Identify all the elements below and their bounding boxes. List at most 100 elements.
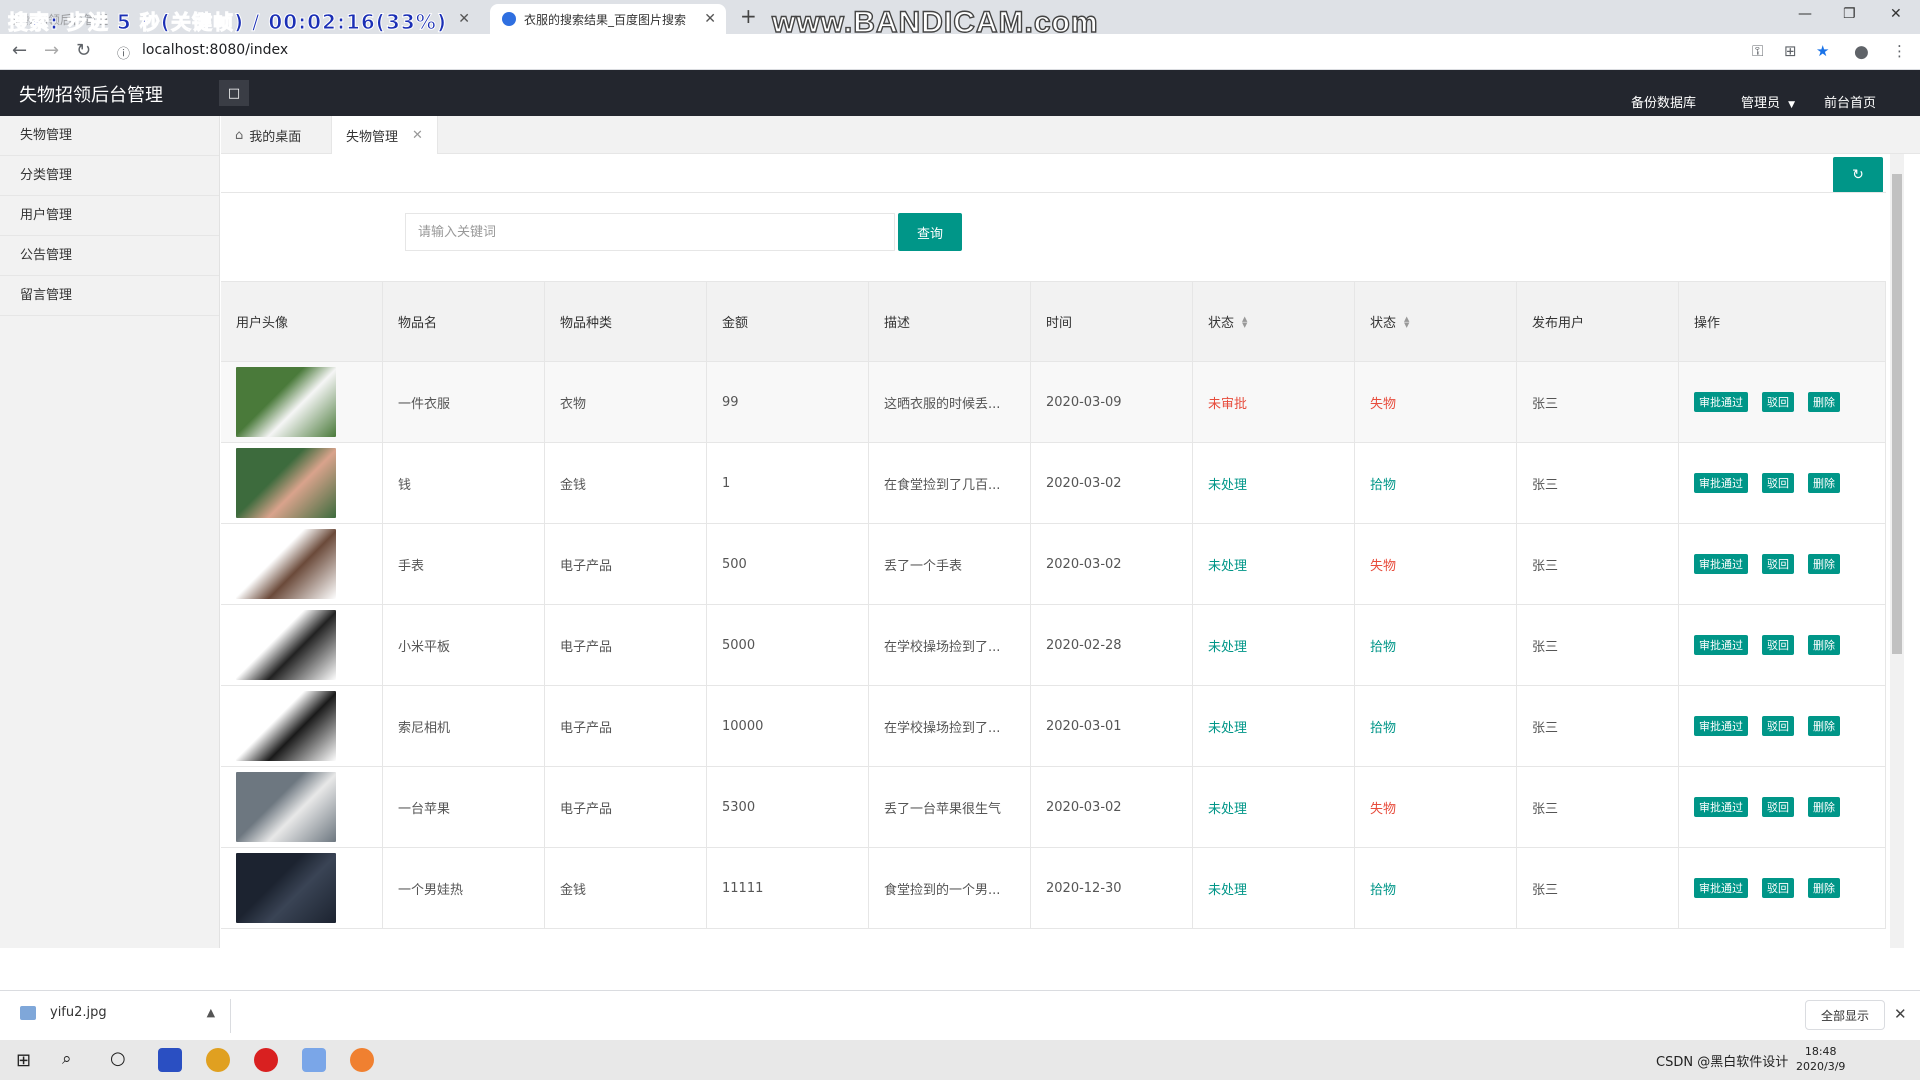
home-icon: ⌂ (235, 127, 244, 143)
reject-button[interactable]: 驳回 (1762, 473, 1794, 493)
window-close-icon[interactable]: ✕ (1890, 6, 1902, 22)
sidebar-item-category[interactable]: 分类管理 (0, 156, 219, 196)
item-category: 电子产品 (545, 524, 707, 604)
approve-button[interactable]: 审批通过 (1694, 473, 1748, 493)
sort-icon[interactable]: ▲ ▼ (1242, 315, 1247, 328)
tab-desktop[interactable]: ⌂ 我的桌面 (221, 116, 315, 154)
intellij-icon[interactable] (158, 1048, 182, 1072)
item-type: 拾物 (1355, 686, 1517, 766)
table-body: 一件衣服 衣物 99 这晒衣服的时候丢... 2020-03-09 未审批 失物 张三 审批通过… (221, 362, 1886, 929)
system-tray: CSDN @黑白软件设计 (1656, 1055, 1789, 1070)
refresh-button[interactable]: ↻ (1833, 157, 1883, 193)
reject-button[interactable]: 驳回 (1762, 635, 1794, 655)
sidebar-item-users[interactable]: 用户管理 (0, 196, 219, 236)
reject-button[interactable]: 驳回 (1762, 392, 1794, 412)
clock[interactable]: 18:48 2020/3/9 (1796, 1044, 1845, 1074)
chevron-up-icon[interactable]: ▲ (207, 1006, 215, 1019)
item-time: 2020-03-02 (1031, 443, 1193, 523)
delete-button[interactable]: 删除 (1808, 392, 1840, 412)
sidebar-item-messages[interactable]: 留言管理 (0, 276, 219, 316)
search-input[interactable]: 请输入关键词 (405, 213, 895, 251)
col-status-approval[interactable]: 状态 ▲ ▼ (1193, 282, 1355, 361)
key-icon[interactable]: ⚿ (1752, 42, 1763, 60)
item-time: 2020-02-28 (1031, 605, 1193, 685)
close-icon[interactable]: ✕ (704, 11, 716, 27)
task-view-icon[interactable]: ○ (110, 1048, 126, 1069)
new-tab-button[interactable]: + (740, 4, 757, 28)
sort-icon[interactable]: ▲ ▼ (1404, 315, 1409, 328)
actions-cell: 审批通过 驳回 删除 (1679, 362, 1886, 442)
delete-button[interactable]: 删除 (1808, 473, 1840, 493)
table-row: 索尼相机 电子产品 10000 在学校操场捡到了... 2020-03-01 未处理 拾物张… (221, 686, 1886, 767)
col-status-type[interactable]: 状态 ▲ ▼ (1355, 282, 1517, 361)
close-icon[interactable]: ✕ (458, 11, 470, 27)
approve-button[interactable]: 审批通过 (1694, 635, 1748, 655)
forward-icon[interactable]: → (44, 40, 59, 61)
reject-button[interactable]: 驳回 (1762, 878, 1794, 898)
download-item[interactable]: yifu2.jpg ▲ (20, 1005, 215, 1020)
menu-toggle-button[interactable]: □ (219, 80, 249, 106)
delete-button[interactable]: 删除 (1808, 716, 1840, 736)
taskbar: ⊞ ⌕ ○ CSDN @黑白软件设计 18:48 2020/3/9 (0, 1040, 1920, 1080)
approve-button[interactable]: 审批通过 (1694, 878, 1748, 898)
avatar-cell (221, 443, 383, 523)
windows-start-icon[interactable]: ⊞ (16, 1050, 31, 1071)
app-icon[interactable] (302, 1048, 326, 1072)
item-thumbnail (236, 610, 336, 680)
reload-icon[interactable]: ↻ (76, 40, 91, 61)
close-icon[interactable]: ✕ (412, 128, 423, 143)
show-all-downloads-button[interactable]: 全部显示 (1805, 1000, 1885, 1030)
delete-button[interactable]: 删除 (1808, 554, 1840, 574)
page-tabs: ⌂ 我的桌面 失物管理 ✕ (221, 116, 1920, 154)
search-icon[interactable]: ⌕ (62, 1049, 72, 1069)
item-description: 丢了一个手表 (869, 524, 1031, 604)
page-scrollbar[interactable] (1890, 154, 1904, 948)
publisher: 张三 (1517, 443, 1679, 523)
bookmark-star-icon[interactable]: ★ (1816, 42, 1829, 60)
reject-button[interactable]: 驳回 (1762, 716, 1794, 736)
publisher: 张三 (1517, 524, 1679, 604)
browser-tab-baidu[interactable]: 衣服的搜索结果_百度图片搜索 ✕ (490, 4, 726, 34)
frontend-home-link[interactable]: 前台首页 (1824, 92, 1876, 111)
back-icon[interactable]: ← (12, 40, 27, 61)
approve-button[interactable]: 审批通过 (1694, 797, 1748, 817)
tab-label: 我的桌面 (249, 129, 302, 145)
approve-button[interactable]: 审批通过 (1694, 392, 1748, 412)
item-name: 小米平板 (383, 605, 545, 685)
reject-button[interactable]: 驳回 (1762, 797, 1794, 817)
profile-icon[interactable]: ● (1854, 42, 1869, 62)
item-amount: 5000 (707, 605, 869, 685)
menu-dots-icon[interactable]: ⋮ (1892, 42, 1907, 60)
item-thumbnail (236, 772, 336, 842)
backup-db-link[interactable]: 备份数据库 (1631, 92, 1696, 111)
delete-button[interactable]: 删除 (1808, 635, 1840, 655)
translate-icon[interactable]: ⊞ (1784, 42, 1797, 60)
sidebar-item-notice[interactable]: 公告管理 (0, 236, 219, 276)
recorder-icon[interactable] (254, 1048, 278, 1072)
publisher: 张三 (1517, 362, 1679, 442)
admin-menu[interactable]: 管理员 ▼ (1741, 92, 1795, 111)
chrome-icon[interactable] (206, 1048, 230, 1072)
item-description: 丢了一台苹果很生气 (869, 767, 1031, 847)
search-button[interactable]: 查询 (898, 213, 962, 251)
item-type: 失物 (1355, 767, 1517, 847)
info-icon[interactable]: ⓘ (117, 43, 130, 62)
close-icon[interactable]: ✕ (1894, 1005, 1907, 1023)
minimize-icon[interactable]: — (1798, 6, 1812, 22)
delete-button[interactable]: 删除 (1808, 878, 1840, 898)
approve-button[interactable]: 审批通过 (1694, 716, 1748, 736)
app-icon[interactable] (350, 1048, 374, 1072)
reject-button[interactable]: 驳回 (1762, 554, 1794, 574)
table-row: 一台苹果 电子产品 5300 丢了一台苹果很生气 2020-03-02 未处理 失物 张三 审批… (221, 767, 1886, 848)
scrollbar-thumb[interactable] (1892, 174, 1902, 654)
delete-button[interactable]: 删除 (1808, 797, 1840, 817)
url-field[interactable]: localhost:8080/index (142, 42, 1762, 64)
clock-time: 18:48 (1804, 1045, 1837, 1058)
tab-lost-management[interactable]: 失物管理 ✕ (331, 116, 438, 154)
approve-button[interactable]: 审批通过 (1694, 554, 1748, 574)
item-time: 2020-03-02 (1031, 767, 1193, 847)
item-thumbnail (236, 529, 336, 599)
sidebar-item-lost[interactable]: 失物管理 (0, 116, 219, 156)
maximize-icon[interactable]: ❐ (1843, 6, 1856, 22)
item-thumbnail (236, 367, 336, 437)
